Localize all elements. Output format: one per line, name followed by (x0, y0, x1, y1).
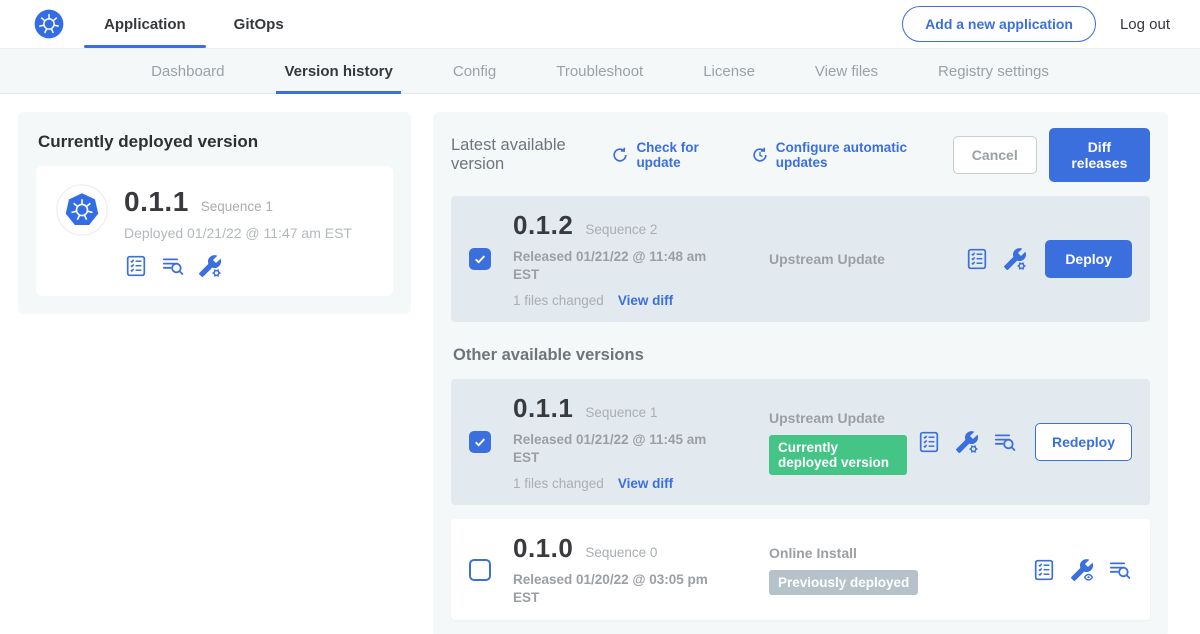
deployed-version-number: 0.1.1 (124, 186, 189, 218)
tab-config[interactable]: Config (453, 49, 496, 93)
previously-deployed-badge: Previously deployed (769, 570, 918, 595)
top-nav: Application GitOps Add a new application… (0, 0, 1200, 48)
tab-registry-settings[interactable]: Registry settings (938, 49, 1049, 93)
logout-button[interactable]: Log out (1120, 16, 1170, 33)
view-diff-link[interactable]: View diff (618, 293, 673, 308)
preflight-checklist-icon[interactable] (917, 430, 941, 454)
cancel-button[interactable]: Cancel (953, 136, 1037, 174)
deployed-sequence-label: Sequence 1 (201, 199, 273, 214)
check-for-update-label: Check for update (636, 140, 723, 170)
nav-tab-gitops[interactable]: GitOps (228, 0, 290, 48)
sequence-label: Sequence 2 (585, 222, 657, 237)
released-timestamp: Released 01/20/22 @ 03:05 pm EST (513, 571, 708, 606)
edit-config-icon[interactable] (955, 430, 979, 454)
version-number: 0.1.1 (513, 393, 573, 424)
currently-deployed-badge: Currently deployed version (769, 435, 907, 475)
app-sub-nav: Dashboard Version history Config Trouble… (0, 48, 1200, 94)
version-row-0-1-1: 0.1.1 Sequence 1 Released 01/21/22 @ 11:… (451, 379, 1150, 505)
version-checkbox[interactable] (469, 559, 491, 581)
checkmark-icon (472, 434, 488, 450)
edit-config-icon[interactable] (1003, 247, 1027, 271)
tab-dashboard[interactable]: Dashboard (151, 49, 224, 93)
redeploy-button[interactable]: Redeploy (1035, 423, 1132, 461)
currently-deployed-card: Currently deployed version 0.1.1 Sequenc… (18, 112, 411, 314)
tab-troubleshoot[interactable]: Troubleshoot (556, 49, 643, 93)
kubernetes-logo-icon (34, 0, 64, 48)
configure-automatic-updates-link[interactable]: Configure automatic updates (750, 140, 927, 170)
edit-config-icon[interactable] (198, 254, 222, 278)
other-versions-title: Other available versions (453, 346, 1150, 365)
check-for-update-link[interactable]: Check for update (610, 140, 723, 170)
tab-view-files[interactable]: View files (815, 49, 878, 93)
configure-automatic-updates-label: Configure automatic updates (776, 140, 927, 170)
tab-version-history[interactable]: Version history (284, 49, 392, 93)
files-changed-label: 1 files changed (513, 476, 604, 491)
deployed-card-title: Currently deployed version (38, 132, 393, 152)
version-checkbox[interactable] (469, 431, 491, 453)
nav-tab-application[interactable]: Application (98, 0, 192, 48)
sequence-label: Sequence 0 (585, 545, 657, 560)
version-history-panel: Latest available version Check for updat… (433, 112, 1168, 634)
diff-releases-button[interactable]: Diff releases (1049, 128, 1150, 182)
check-update-icon (610, 145, 630, 165)
preflight-checklist-icon[interactable] (1032, 558, 1056, 582)
view-diff-link[interactable]: View diff (618, 476, 673, 491)
sequence-label: Sequence 1 (585, 405, 657, 420)
latest-version-title: Latest available version (451, 136, 594, 174)
version-source-label: Upstream Update (769, 251, 955, 267)
version-checkbox[interactable] (469, 248, 491, 270)
preflight-checklist-icon[interactable] (124, 254, 148, 278)
deployed-timestamp: Deployed 01/21/22 @ 11:47 am EST (124, 225, 352, 241)
files-changed-label: 1 files changed (513, 293, 604, 308)
auto-update-icon (750, 145, 770, 165)
version-row-0-1-2: 0.1.2 Sequence 2 Released 01/21/22 @ 11:… (451, 196, 1150, 322)
deployed-version-card: 0.1.1 Sequence 1 Deployed 01/21/22 @ 11:… (36, 166, 393, 296)
version-number: 0.1.2 (513, 210, 573, 241)
deploy-logs-icon[interactable] (993, 430, 1017, 454)
version-source-label: Upstream Update (769, 410, 907, 426)
tab-license[interactable]: License (703, 49, 755, 93)
released-timestamp: Released 01/21/22 @ 11:45 am EST (513, 431, 708, 466)
preflight-checklist-icon[interactable] (965, 247, 989, 271)
version-number: 0.1.0 (513, 533, 573, 564)
app-logo-icon (56, 184, 108, 278)
version-source-label: Online Install (769, 545, 1022, 561)
deploy-button[interactable]: Deploy (1045, 240, 1132, 278)
checkmark-icon (472, 251, 488, 267)
add-application-button[interactable]: Add a new application (902, 6, 1096, 42)
version-row-0-1-0: 0.1.0 Sequence 0 Released 01/20/22 @ 03:… (451, 519, 1150, 620)
released-timestamp: Released 01/21/22 @ 11:48 am EST (513, 248, 708, 283)
deploy-logs-icon[interactable] (161, 254, 185, 278)
view-config-icon[interactable] (1070, 558, 1094, 582)
deploy-logs-icon[interactable] (1108, 558, 1132, 582)
